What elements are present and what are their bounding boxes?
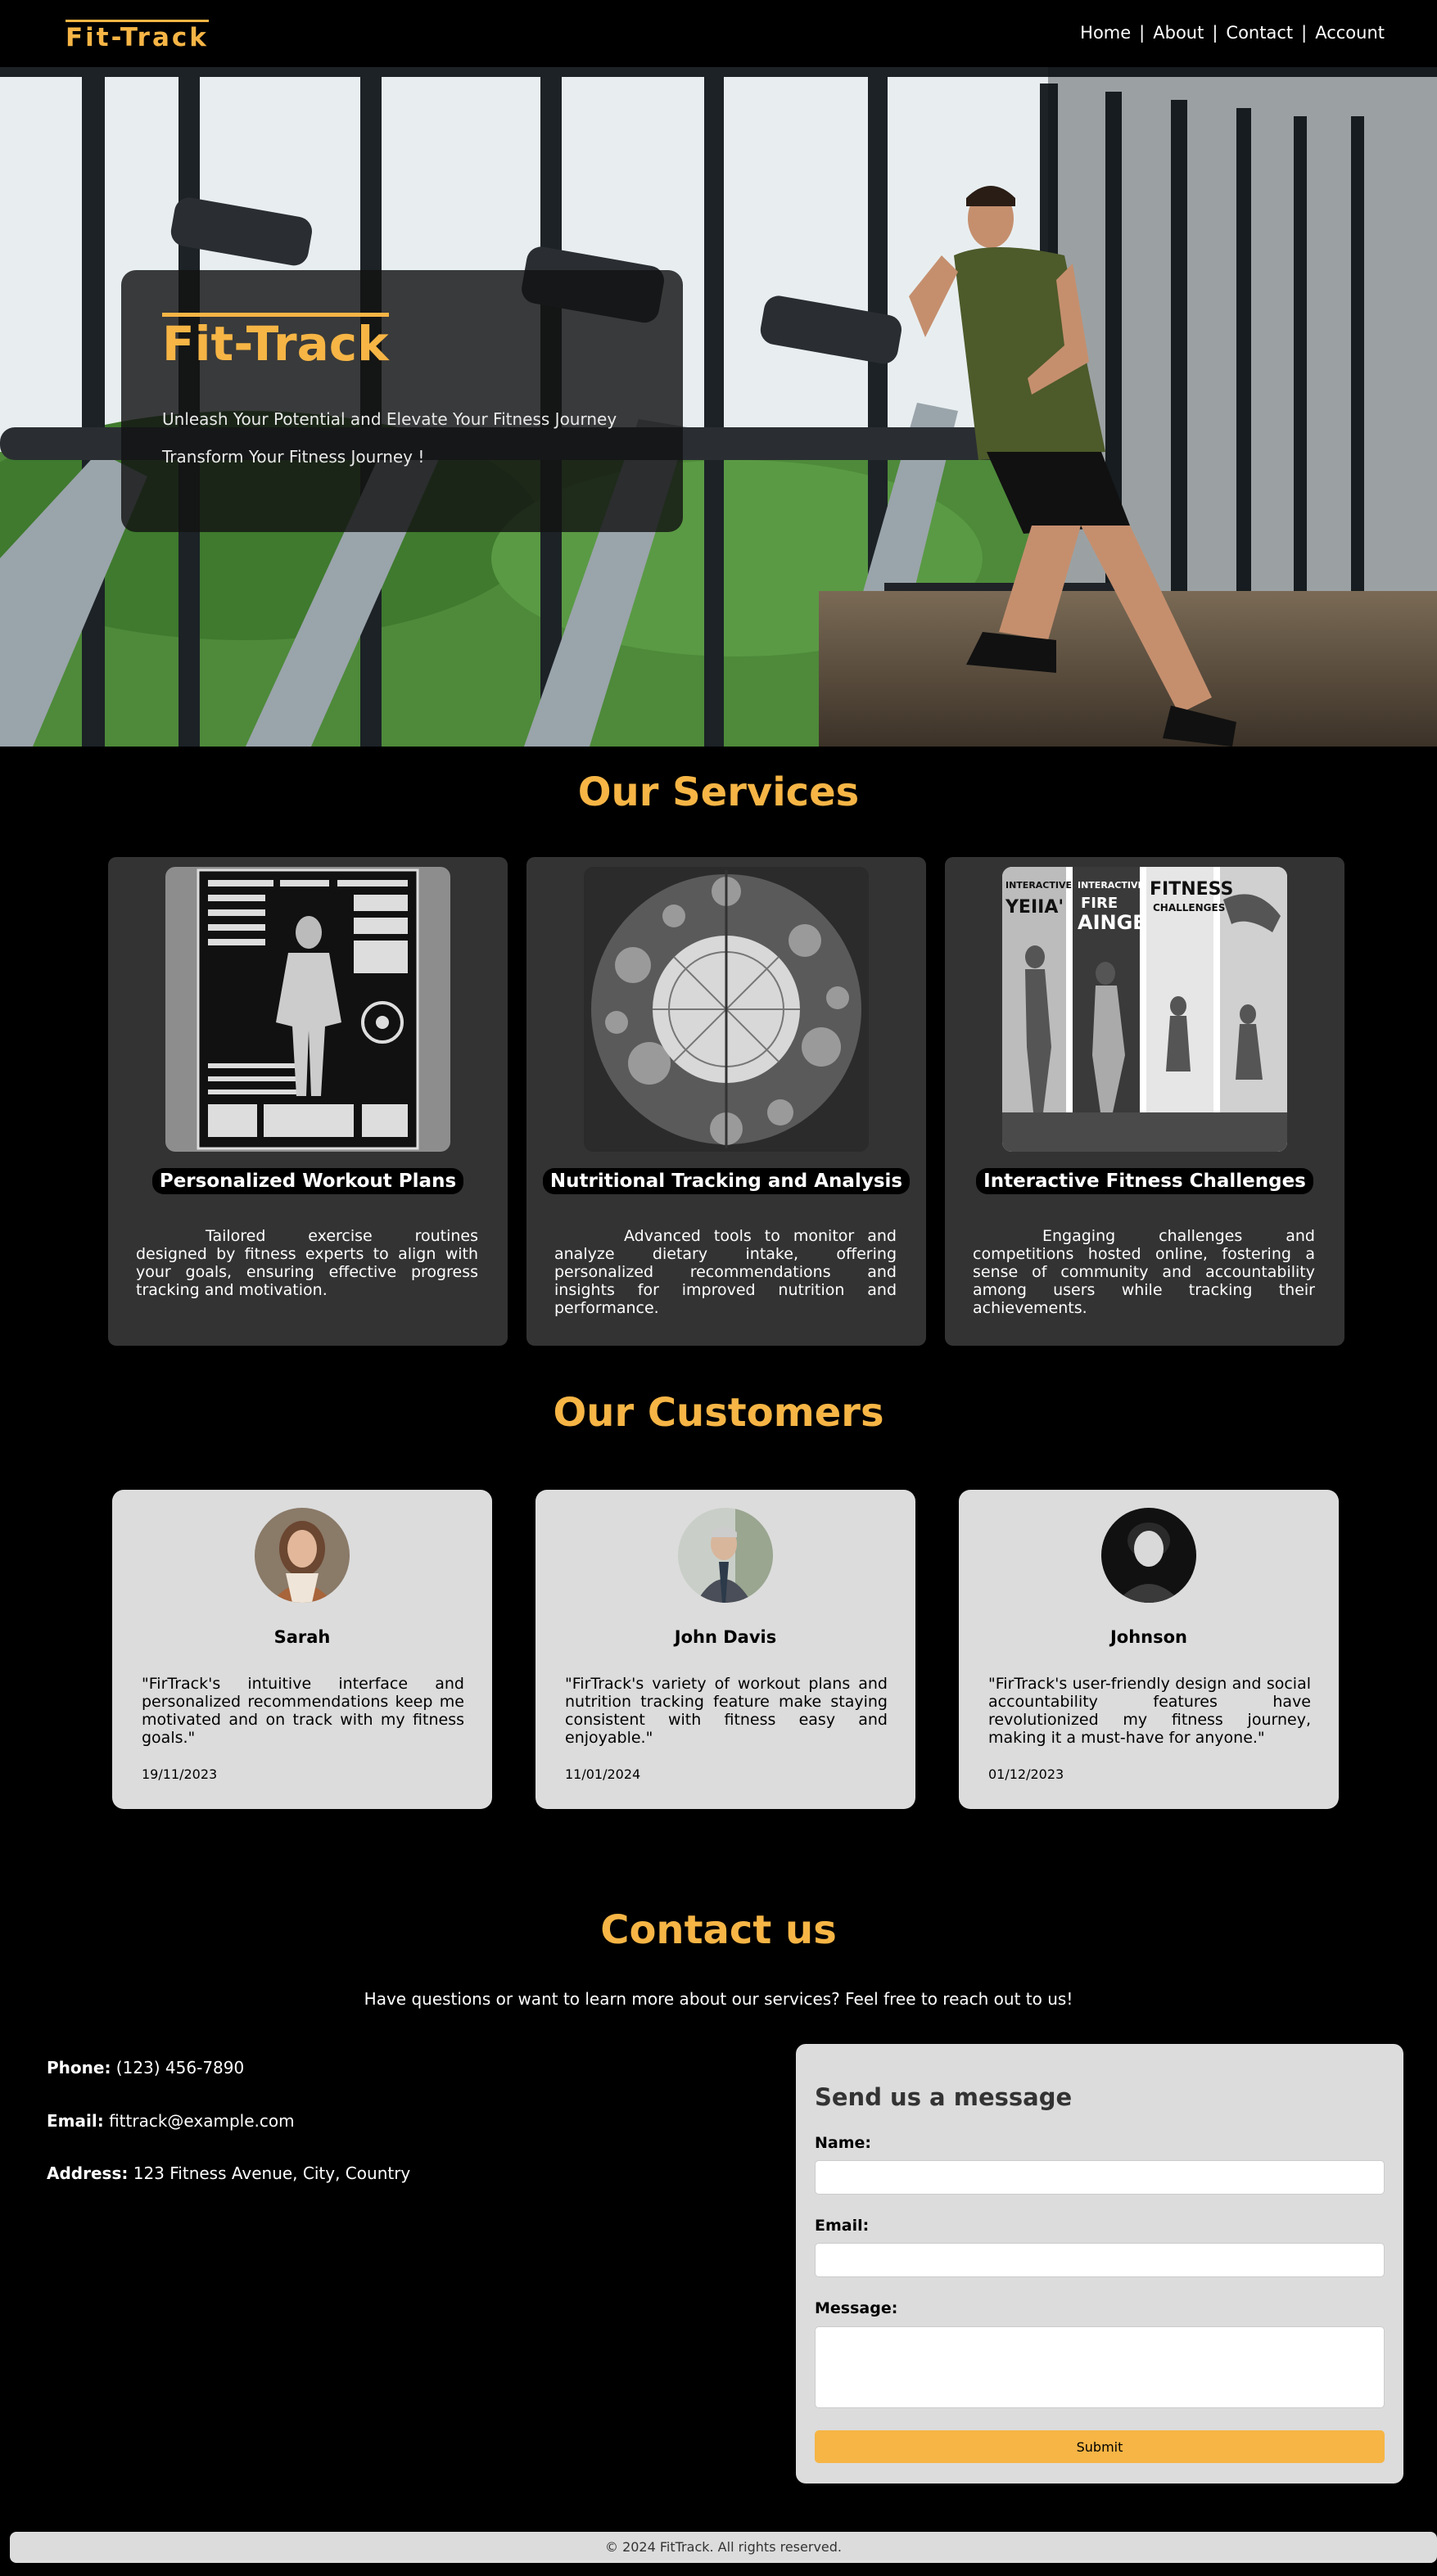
challenge-banner-text: AINGE (1078, 911, 1146, 934)
service-title: Nutritional Tracking and Analysis (542, 1168, 911, 1194)
nutrition-tracking-image (584, 867, 869, 1152)
challenge-banner-text: FIRE (1081, 895, 1118, 912)
submit-button[interactable]: Submit (815, 2430, 1385, 2463)
customer-quote: "FirTrack's variety of workout plans and… (565, 1675, 888, 1747)
customer-quote: "FirTrack's user-friendly design and soc… (988, 1675, 1311, 1747)
nav-separator: | (1139, 23, 1146, 43)
challenge-banner-text: CHALLENGES (1153, 902, 1225, 914)
service-description: Engaging challenges and competitions hos… (973, 1227, 1315, 1317)
challenge-banner-text: INTERACTIVE (1078, 880, 1144, 891)
phone-label: Phone: (47, 2058, 111, 2077)
hero-subtagline: Transform Your Fitness Journey ! (162, 447, 425, 467)
service-description: Advanced tools to monitor and analyze di… (554, 1227, 897, 1317)
nav-separator: | (1301, 23, 1308, 43)
testimonial-date: 01/12/2023 (988, 1766, 1064, 1782)
message-label: Message: (815, 2299, 898, 2317)
email-field-label: Email: (815, 2217, 870, 2235)
customer-name: John Davis (674, 1627, 777, 1647)
hero-overlay-card: Fit-Track Unleash Your Potential and Ele… (121, 270, 683, 532)
name-label: Name: (815, 2134, 872, 2152)
nav-separator: | (1212, 23, 1218, 43)
service-card-workout: Personalized Workout Plans Tailored exer… (108, 857, 508, 1346)
challenge-banner-text: INTERACTIVE (1005, 880, 1072, 891)
main-nav: Home | About | Contact | Account (1080, 23, 1385, 43)
hero-tagline: Unleash Your Potential and Elevate Your … (162, 409, 617, 429)
avatar (255, 1508, 350, 1603)
message-textarea[interactable] (815, 2326, 1385, 2408)
hero-banner: Fit-Track Unleash Your Potential and Ele… (0, 67, 1437, 747)
address-value: 123 Fitness Avenue, City, Country (133, 2163, 411, 2183)
nav-account-link[interactable]: Account (1315, 23, 1385, 43)
testimonial-date: 11/01/2024 (565, 1766, 641, 1782)
contact-address: Address: 123 Fitness Avenue, City, Count… (47, 2163, 410, 2183)
contact-intro: Have questions or want to learn more abo… (364, 1989, 1073, 2009)
service-card-nutrition: Nutritional Tracking and Analysis Advanc… (526, 857, 926, 1346)
contact-phone: Phone: (123) 456-7890 (47, 2058, 244, 2077)
challenge-banner-text: YEIIA' (1005, 897, 1064, 918)
nav-contact-link[interactable]: Contact (1226, 23, 1293, 43)
footer: © 2024 FitTrack. All rights reserved. (10, 2532, 1437, 2563)
testimonial-card: Johnson "FirTrack's user-friendly design… (959, 1490, 1339, 1809)
address-label: Address: (47, 2163, 129, 2183)
phone-value: (123) 456-7890 (115, 2058, 245, 2077)
service-card-challenges: INTERACTIVE YEIIA' INTERACTIVE FIRE AING… (945, 857, 1344, 1346)
hero-title: Fit-Track (162, 313, 389, 371)
customer-name: Sarah (273, 1627, 331, 1647)
form-title: Send us a message (815, 2083, 1073, 2111)
nav-home-link[interactable]: Home (1080, 23, 1131, 43)
avatar (678, 1508, 773, 1603)
contact-heading: Contact us (600, 1907, 837, 1953)
contact-email: Email: fittrack@example.com (47, 2111, 295, 2131)
message-form: Send us a message Name: Email: Message: … (796, 2044, 1403, 2484)
services-heading: Our Services (577, 769, 860, 815)
service-title: Interactive Fitness Challenges (976, 1168, 1313, 1194)
testimonial-card: Sarah "FirTrack's intuitive interface an… (112, 1490, 492, 1809)
customers-heading: Our Customers (553, 1390, 884, 1436)
top-nav-bar: Fit-Track Home | About | Contact | Accou… (0, 0, 1437, 67)
testimonial-date: 19/11/2023 (142, 1766, 218, 1782)
service-description: Tailored exercise routines designed by f… (136, 1227, 478, 1299)
email-value: fittrack@example.com (109, 2111, 295, 2131)
nav-about-link[interactable]: About (1153, 23, 1204, 43)
customer-quote: "FirTrack's intuitive interface and pers… (142, 1675, 464, 1747)
testimonial-card: John Davis "FirTrack's variety of workou… (535, 1490, 915, 1809)
email-input[interactable] (815, 2243, 1385, 2277)
fitness-challenges-image: INTERACTIVE YEIIA' INTERACTIVE FIRE AING… (1002, 867, 1287, 1152)
avatar (1101, 1508, 1196, 1603)
service-title: Personalized Workout Plans (151, 1168, 464, 1194)
email-label: Email: (47, 2111, 104, 2131)
workout-plan-image (165, 867, 450, 1152)
site-logo[interactable]: Fit-Track (66, 20, 209, 52)
customer-name: Johnson (1109, 1627, 1188, 1647)
name-input[interactable] (815, 2160, 1385, 2195)
challenge-banner-text: FITNESS (1150, 879, 1233, 900)
